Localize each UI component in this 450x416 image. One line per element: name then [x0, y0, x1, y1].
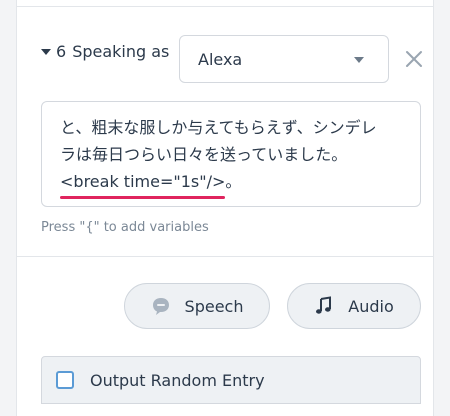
audio-button[interactable]: Audio	[287, 283, 421, 329]
top-divider	[17, 6, 433, 7]
variables-hint: Press "{" to add variables	[41, 220, 209, 235]
speech-text-input[interactable]: と、粗末な服しか与えてもらえず、シンデレ ラは毎日つらい日々を送っていました。 …	[41, 101, 421, 207]
error-underline	[60, 196, 226, 199]
voice-select-value: Alexa	[198, 49, 243, 69]
ssml-break-text: <break time="1s"/>	[60, 172, 226, 191]
music-note-icon	[316, 296, 332, 314]
collapse-caret-icon[interactable]	[41, 48, 51, 55]
random-entry-checkbox[interactable]	[56, 371, 74, 389]
step-header[interactable]: 6 Speaking as	[41, 42, 169, 61]
voice-select[interactable]: Alexa	[179, 35, 389, 83]
speech-text-line: ラは毎日つらい日々を送っていました。	[60, 145, 348, 164]
speech-bubble-icon	[152, 298, 169, 315]
section-divider	[17, 256, 433, 257]
chevron-down-icon	[354, 57, 364, 63]
output-random-entry[interactable]: Output Random Entry	[41, 356, 421, 404]
speech-button-label: Speech	[184, 296, 244, 316]
step-label: Speaking as	[72, 42, 170, 61]
step-panel: 6 Speaking as Alexa と、粗末な服しか与えてもらえず、シンデレ…	[16, 0, 434, 416]
ssml-break-tag: <break time="1s"/>	[60, 168, 226, 199]
step-number: 6	[56, 42, 67, 61]
speech-text-line: と、粗末な服しか与えてもらえず、シンデレ	[60, 118, 377, 137]
close-icon[interactable]	[403, 48, 425, 70]
audio-button-label: Audio	[348, 296, 394, 316]
speech-text-tail: 。	[225, 172, 242, 191]
speech-button[interactable]: Speech	[124, 283, 270, 329]
random-entry-label: Output Random Entry	[90, 370, 265, 390]
speech-text-line: <break time="1s"/>。	[60, 168, 404, 199]
